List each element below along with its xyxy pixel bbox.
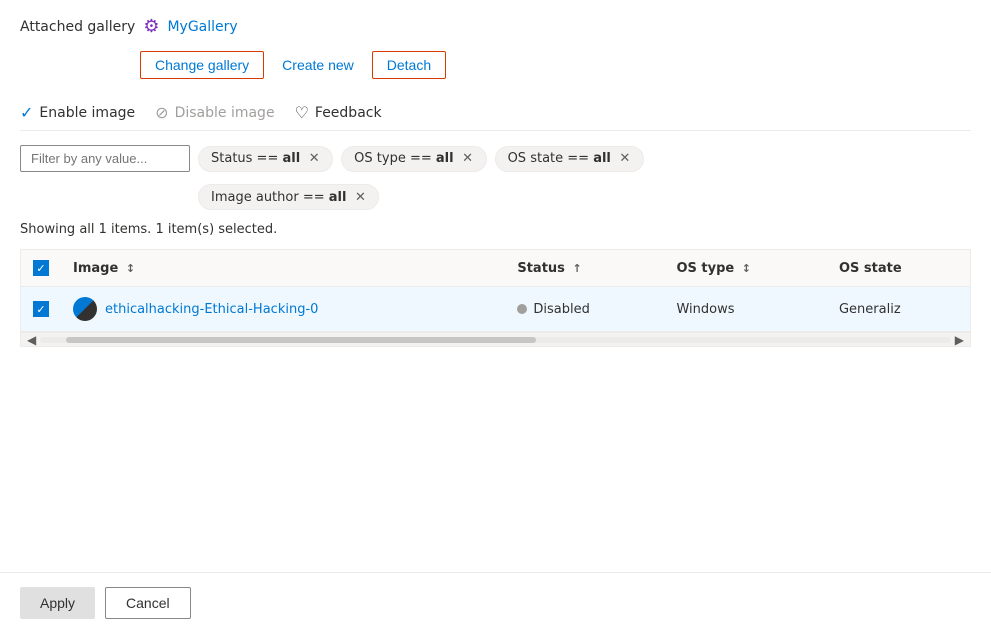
table-cell-status: Disabled [505,287,664,332]
table-header-ostype: OS type ↕ [664,250,826,287]
filter-tag-osstate: OS state == all ✕ [495,146,644,172]
table-sort-status-icon[interactable]: ↑ [572,262,581,275]
filter-tag-imageauthor-close[interactable]: ✕ [352,189,368,205]
disable-image-label: Disable image [175,105,275,121]
cancel-button[interactable]: Cancel [105,587,191,619]
filter-tag-ostype: OS type == all ✕ [341,146,486,172]
detach-button[interactable]: Detach [372,51,446,79]
table-row-checkbox-cell: ✓ [21,287,61,332]
attached-gallery-label: Attached gallery [20,19,135,35]
table-header-status-label: Status [517,261,565,276]
table-header-row: ✓ Image ↕ Status ↑ OS type ↕ OS state [21,250,970,287]
filter-section: Status == all ✕ OS type == all ✕ OS stat… [20,145,971,172]
filter-tag-imageauthor: Image author == all ✕ [198,184,379,210]
filter-input[interactable] [20,145,190,172]
status-dot-icon [517,304,527,314]
image-thumbnail-icon [73,297,97,321]
status-cell: Disabled [517,302,652,317]
images-table-container: ✓ Image ↕ Status ↑ OS type ↕ OS state [20,249,971,347]
image-name-link[interactable]: ethicalhacking-Ethical-Hacking-0 [105,302,318,317]
gallery-settings-icon: ⚙ [143,16,159,37]
enable-image-toolbar-item[interactable]: ✓ Enable image [20,103,135,122]
horizontal-scrollbar[interactable]: ◀ ▶ [21,332,970,346]
table-header-status: Status ↑ [505,250,664,287]
disable-image-toolbar-item[interactable]: ⊘ Disable image [155,103,274,122]
scroll-left-arrow[interactable]: ◀ [23,333,40,347]
filter-row2: Image author == all ✕ [20,184,971,210]
table-row-checkbox[interactable]: ✓ [33,301,49,317]
check-icon: ✓ [20,103,33,122]
disable-circle-icon: ⊘ [155,103,168,122]
gallery-name-link[interactable]: MyGallery [167,19,237,35]
filter-tag-ostype-text: OS type == all [354,151,453,166]
feedback-label: Feedback [315,105,382,121]
toolbar: ✓ Enable image ⊘ Disable image ♡ Feedbac… [20,95,971,131]
count-text: Showing all 1 items. 1 item(s) selected. [20,222,971,237]
table-cell-osstate: Generaliz [827,287,970,332]
create-new-button[interactable]: Create new [268,52,368,78]
filter-tag-status-text: Status == all [211,151,300,166]
action-buttons-row: Change gallery Create new Detach [20,51,971,79]
filter-tag-status: Status == all ✕ [198,146,333,172]
status-value: Disabled [533,302,589,317]
scrollbar-thumb[interactable] [66,337,536,343]
table-header-ostype-label: OS type [676,261,734,276]
table-header-image-label: Image [73,261,118,276]
table-cell-ostype: Windows [664,287,826,332]
change-gallery-button[interactable]: Change gallery [140,51,264,79]
filter-tag-osstate-close[interactable]: ✕ [617,151,633,167]
heart-icon: ♡ [295,103,309,122]
table-header-image: Image ↕ [61,250,505,287]
table-row: ✓ ethicalhacking-Ethical-Hacking-0 Disab… [21,287,970,332]
apply-button[interactable]: Apply [20,587,95,619]
filter-tag-ostype-close[interactable]: ✕ [460,151,476,167]
table-header-checkbox-cell: ✓ [21,250,61,287]
filter-tag-imageauthor-text: Image author == all [211,190,346,205]
table-sort-image-icon[interactable]: ↕ [126,262,135,275]
table-header-osstate: OS state [827,250,970,287]
image-cell: ethicalhacking-Ethical-Hacking-0 [73,297,493,321]
table-sort-ostype-icon[interactable]: ↕ [742,262,751,275]
scrollbar-track[interactable] [40,337,951,343]
filter-tag-osstate-text: OS state == all [508,151,611,166]
scroll-right-arrow[interactable]: ▶ [951,333,968,347]
filter-tag-status-close[interactable]: ✕ [306,151,322,167]
images-table: ✓ Image ↕ Status ↑ OS type ↕ OS state [21,250,970,332]
table-header-osstate-label: OS state [839,261,902,276]
attached-gallery-header: Attached gallery ⚙ MyGallery [20,16,971,37]
feedback-toolbar-item[interactable]: ♡ Feedback [295,103,382,122]
enable-image-label: Enable image [39,105,135,121]
footer: Apply Cancel [0,572,991,633]
table-cell-image: ethicalhacking-Ethical-Hacking-0 [61,287,505,332]
table-header-checkbox[interactable]: ✓ [33,260,49,276]
